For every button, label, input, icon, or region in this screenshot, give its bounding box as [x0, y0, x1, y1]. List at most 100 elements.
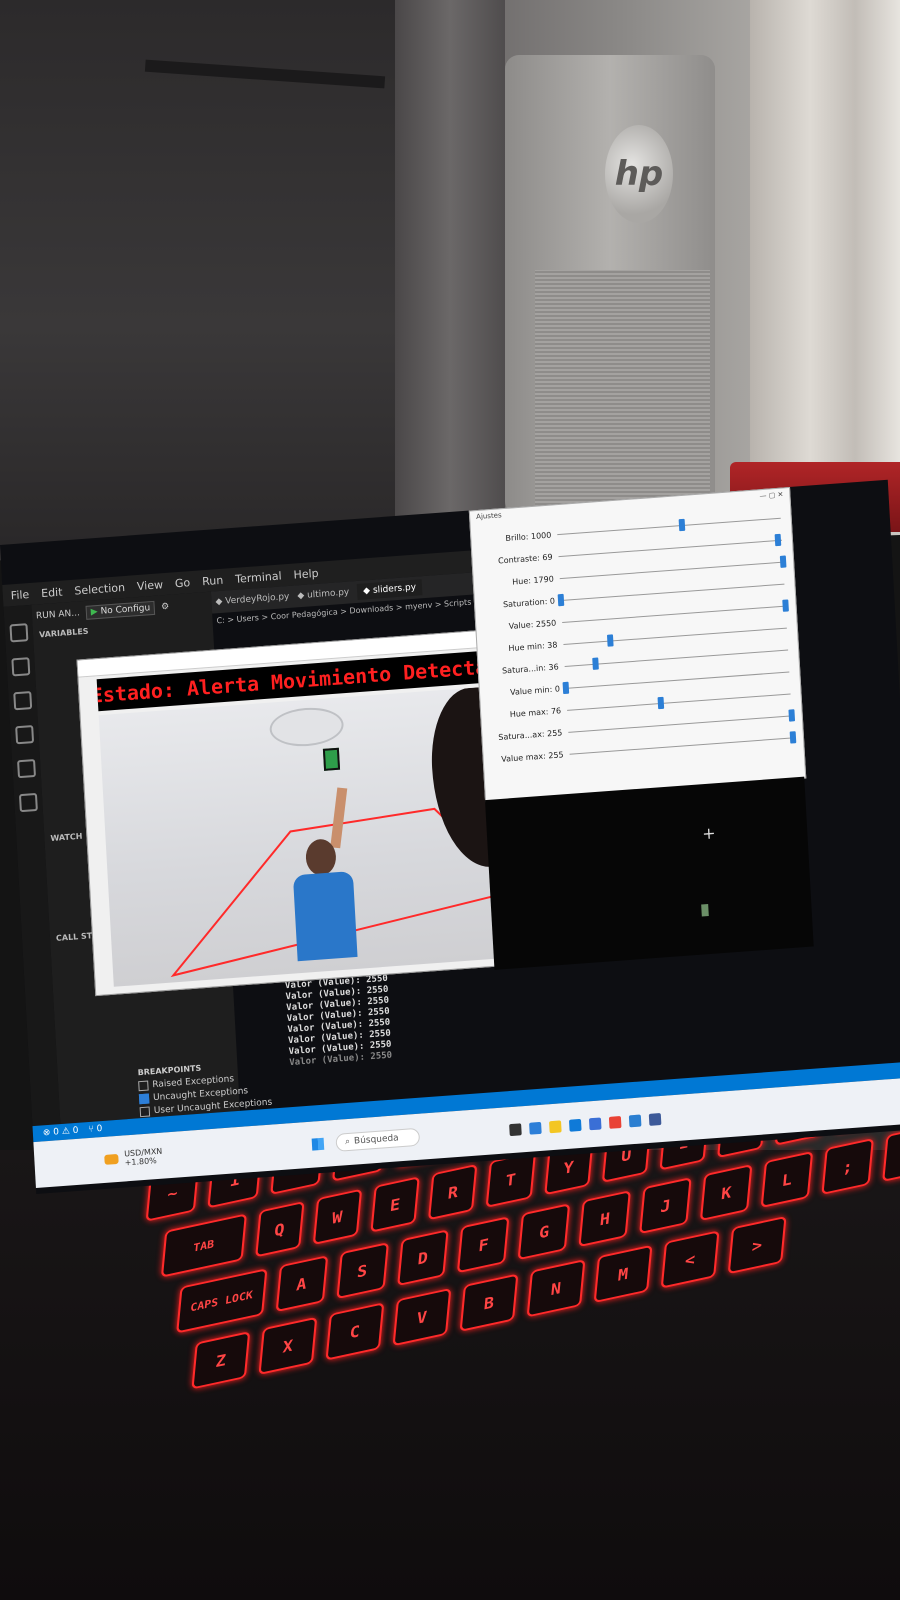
person [291, 787, 358, 962]
window-controls[interactable]: — ▢ ✕ [759, 490, 784, 506]
trackbar-label: Value max: 255 [501, 749, 564, 764]
key[interactable]: H [578, 1190, 632, 1248]
edge-icon[interactable] [568, 1118, 582, 1132]
key[interactable]: Q [254, 1201, 305, 1258]
stock-widget[interactable]: USD/MXN +1.80% [104, 1147, 163, 1169]
trackbar-knob[interactable] [774, 533, 781, 546]
trackbars-title: Ajustes [475, 511, 502, 522]
mask-blob [701, 904, 709, 917]
key[interactable]: J [639, 1177, 692, 1235]
key[interactable]: V [392, 1287, 452, 1347]
trackbar-knob[interactable] [562, 681, 570, 694]
task-view-icon[interactable] [509, 1123, 522, 1137]
trackbar-knob[interactable] [789, 730, 797, 744]
trackbar-knob[interactable] [788, 708, 796, 722]
menu-terminal[interactable]: Terminal [235, 569, 282, 585]
key[interactable]: Z [191, 1331, 251, 1390]
trackbar-knob[interactable] [679, 518, 686, 531]
key[interactable]: D [396, 1229, 450, 1287]
search-icon[interactable] [11, 657, 31, 677]
curtain [750, 0, 900, 470]
key[interactable]: K [700, 1163, 753, 1222]
key[interactable]: C [325, 1302, 385, 1361]
trackbar-knob[interactable] [782, 598, 789, 612]
trackbar-label: Value min: 0 [509, 683, 561, 697]
variables-section[interactable]: VARIABLES [39, 627, 89, 640]
taskbar-search[interactable]: ⌕ Búsqueda [335, 1127, 421, 1152]
trackbar-knob[interactable] [592, 656, 600, 670]
explorer-icon[interactable] [9, 623, 29, 643]
menu-view[interactable]: View [137, 578, 164, 593]
search-icon: ⌕ [344, 1136, 351, 1148]
menu-help[interactable]: Help [293, 566, 319, 581]
key[interactable]: > [727, 1215, 787, 1275]
trackbar-label: Value: 2550 [508, 617, 557, 631]
menu-go[interactable]: Go [175, 576, 191, 590]
key[interactable]: G [518, 1203, 571, 1261]
camera-feed [98, 684, 533, 987]
menu-run[interactable]: Run [202, 573, 224, 588]
mask-preview: + [484, 776, 814, 970]
key[interactable]: M [593, 1244, 653, 1304]
run-config-dropdown[interactable]: ▶ No Configu [85, 600, 156, 620]
trackbar-knob[interactable] [779, 554, 787, 568]
key[interactable]: B [459, 1273, 519, 1332]
windows-start-icon[interactable] [311, 1137, 325, 1151]
key[interactable]: X [258, 1316, 318, 1376]
key[interactable]: R [428, 1163, 478, 1221]
key[interactable]: ' [882, 1124, 900, 1182]
key[interactable]: < [660, 1230, 720, 1289]
trackbar-knob[interactable] [606, 633, 614, 647]
key[interactable]: E [370, 1176, 420, 1233]
taskbar-apps [509, 1113, 662, 1137]
trackbar-label: Contraste: 69 [497, 552, 553, 566]
widget-icon [104, 1153, 119, 1165]
vscode-icon[interactable] [628, 1114, 642, 1128]
trackbar-label: Saturation: 0 [502, 595, 556, 609]
key[interactable]: L [760, 1150, 814, 1209]
extensions-icon[interactable] [17, 758, 37, 779]
breakpoints-panel: BREAKPOINTS Raised Exceptions Uncaught Ex… [137, 1059, 272, 1118]
menu-edit[interactable]: Edit [41, 585, 63, 600]
editor-tab[interactable]: ◆ VerdeyRojo.py [215, 592, 289, 607]
trackbar-label: Hue min: 38 [508, 639, 558, 653]
trackbar-knob[interactable] [557, 593, 565, 606]
key[interactable]: TAB [160, 1213, 247, 1278]
key[interactable]: F [457, 1216, 510, 1274]
trackbar-knob[interactable] [657, 696, 665, 709]
status-item[interactable]: ⊗ 0 ⚠ 0 [43, 1126, 79, 1139]
checkbox[interactable] [139, 1106, 151, 1118]
key[interactable]: A [275, 1255, 328, 1313]
key[interactable]: CAPS LOCK [176, 1268, 268, 1334]
key[interactable]: W [312, 1188, 363, 1246]
green-marker [322, 747, 341, 771]
search-placeholder: Búsqueda [353, 1133, 399, 1147]
status-item[interactable]: ⑂ 0 [88, 1124, 103, 1135]
editor-tab[interactable]: ◆ sliders.py [356, 579, 423, 600]
editor-tab[interactable]: ◆ ultimo.py [297, 588, 349, 602]
trackbar-track[interactable] [569, 730, 797, 755]
checkbox[interactable] [138, 1093, 150, 1105]
trackbar-label: Satura...ax: 255 [498, 727, 563, 742]
menu-selection[interactable]: Selection [74, 580, 125, 597]
widget-value: +1.80% [124, 1156, 157, 1168]
file-explorer-icon[interactable] [548, 1120, 562, 1134]
checkbox[interactable] [138, 1080, 149, 1092]
menu-file[interactable]: File [10, 587, 29, 601]
monitor-stand [395, 0, 505, 520]
run-config-label: No Configu [100, 603, 151, 617]
python-icon[interactable] [648, 1113, 662, 1126]
chrome-icon[interactable] [608, 1115, 622, 1129]
gear-icon[interactable]: ⚙ [161, 602, 170, 613]
chat-icon[interactable] [529, 1121, 542, 1135]
run-debug-icon[interactable] [15, 725, 35, 745]
run-header-title: RUN AN... [35, 608, 81, 622]
watch-section[interactable]: WATCH [50, 832, 82, 843]
breakpoints-header[interactable]: BREAKPOINTS [137, 1064, 201, 1078]
key[interactable]: S [335, 1242, 389, 1300]
testing-icon[interactable] [18, 792, 38, 813]
source-control-icon[interactable] [13, 691, 33, 711]
store-icon[interactable] [588, 1117, 602, 1131]
key[interactable]: N [526, 1259, 586, 1318]
key[interactable]: ; [821, 1137, 874, 1196]
